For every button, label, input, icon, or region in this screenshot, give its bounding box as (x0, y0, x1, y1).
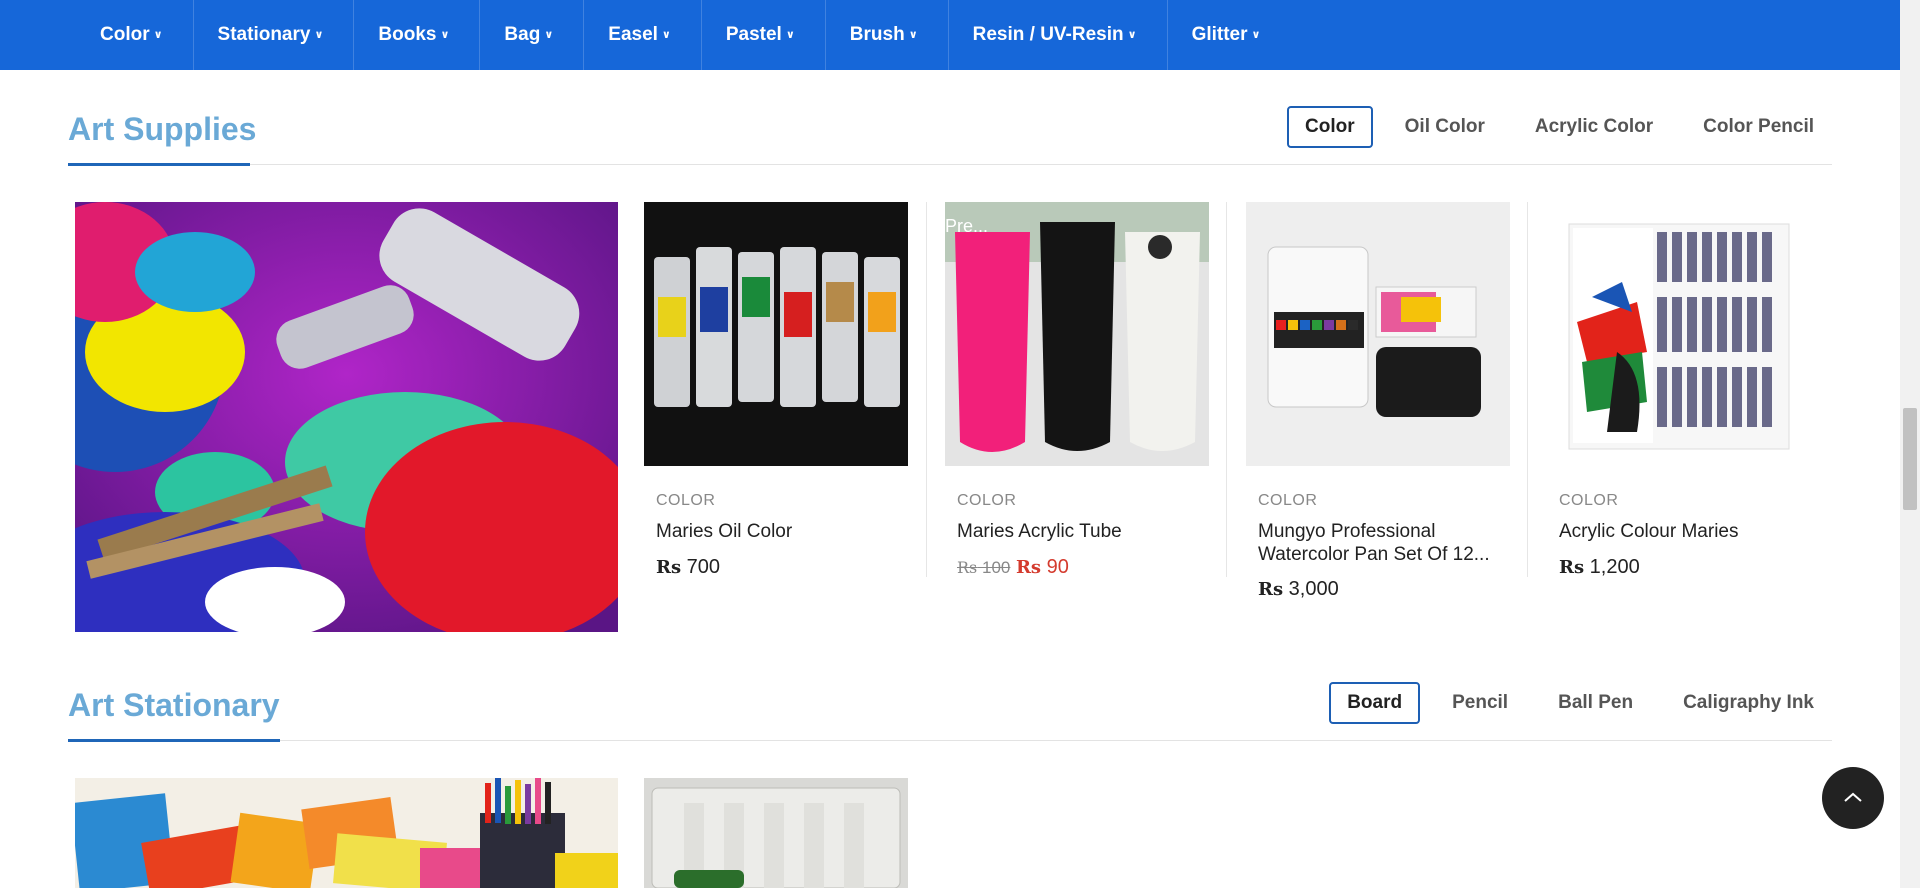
stationery-banner-image (75, 778, 618, 888)
paint-splash-image (75, 202, 618, 632)
nav-item-label: Stationary (217, 24, 311, 45)
nav-item-bag[interactable]: Bag ∨ (480, 0, 585, 70)
product-price: Rs 3,000 (1258, 578, 1339, 601)
nav-item-label: Color (100, 24, 150, 45)
chevron-down-icon: ∨ (908, 28, 918, 41)
currency-symbol: Rs (656, 557, 682, 578)
chevron-down-icon: ∨ (544, 28, 554, 41)
section-underline (68, 739, 280, 742)
top-navigation: Color ∨ Stationary ∨ Books ∨ Bag ∨ Easel ∨ Pa… (0, 0, 1900, 70)
product-name[interactable]: Maries Acrylic Tube (957, 520, 1207, 543)
product-card[interactable]: COLOR Maries Oil Color Rs 700 (644, 202, 944, 612)
art-supplies-header: Art Supplies Color Oil Color Acrylic Col… (68, 65, 1832, 166)
nav-item-label: Brush (849, 24, 905, 45)
product-card[interactable]: COLOR Mungyo Professional Watercolor Pan… (1246, 202, 1546, 612)
chevron-down-icon: ∨ (1127, 28, 1137, 41)
card-divider (1226, 202, 1227, 577)
chevron-down-icon: ∨ (153, 28, 163, 41)
scrollbar-thumb[interactable] (1903, 408, 1917, 510)
product-image[interactable] (1547, 202, 1811, 466)
old-price-value: 100 (982, 558, 1011, 577)
art-stationary-header: Art Stationary Board Pencil Ball Pen Cal… (68, 641, 1832, 742)
chevron-down-icon: ∨ (440, 28, 450, 41)
old-price: Rs 100 (957, 558, 1010, 577)
card-divider (1527, 202, 1528, 577)
filter-caligraphy-ink[interactable]: Caligraphy Ink (1665, 682, 1832, 724)
nav-item-label: Pastel (725, 24, 782, 45)
filter-color[interactable]: Color (1287, 106, 1373, 148)
nav-item-stationary[interactable]: Stationary ∨ (194, 0, 355, 70)
filter-ball-pen[interactable]: Ball Pen (1540, 682, 1651, 724)
currency-symbol: Rs (957, 558, 978, 577)
nav-item-label: Resin / UV-Resin (972, 24, 1124, 45)
vertical-scrollbar[interactable] (1900, 0, 1920, 888)
nav-item-label: Easel (608, 24, 658, 45)
nav-item-label: Books (378, 24, 437, 45)
price-value: 700 (686, 556, 721, 578)
art-stationary-filters: Board Pencil Ball Pen Caligraphy Ink (1329, 682, 1832, 724)
product-category: COLOR (656, 492, 716, 509)
art-supplies-filters: Color Oil Color Acrylic Color Color Penc… (1287, 106, 1832, 148)
oil-color-tubes-image (644, 202, 908, 466)
product-category: COLOR (1559, 492, 1619, 509)
acrylic-colour-box-image (1547, 202, 1811, 466)
nav-item-color[interactable]: Color ∨ (76, 0, 194, 70)
section-title-art-supplies: Art Supplies (68, 111, 257, 147)
chevron-down-icon: ∨ (1251, 28, 1261, 41)
product-card[interactable]: Pre... COLOR Maries Acrylic Tube Rs 100 … (945, 202, 1245, 612)
product-image[interactable] (1246, 202, 1510, 466)
currency-symbol: Rs (1015, 557, 1042, 578)
chevron-down-icon: ∨ (314, 28, 324, 41)
product-price: Rs 100 Rs 90 (957, 556, 1069, 579)
price-value: 3,000 (1288, 578, 1339, 600)
sale-price: Rs 90 (1016, 556, 1069, 578)
nav-item-label: Bag (504, 24, 541, 45)
watercolor-pan-set-image (1246, 202, 1510, 466)
product-image[interactable]: Pre... (945, 202, 1209, 466)
product-price: Rs 1,200 (1559, 556, 1640, 579)
filter-pencil[interactable]: Pencil (1434, 682, 1526, 724)
back-to-top-button[interactable] (1822, 767, 1884, 829)
preorder-badge: Pre... (945, 216, 989, 236)
product-category: COLOR (1258, 492, 1318, 509)
chevron-down-icon: ∨ (661, 28, 671, 41)
nav-item-glitter[interactable]: Glitter ∨ (1168, 0, 1291, 70)
currency-symbol: Rs (1258, 579, 1284, 600)
filter-oil-color[interactable]: Oil Color (1387, 106, 1503, 148)
filter-acrylic-color[interactable]: Acrylic Color (1517, 106, 1671, 148)
filter-board[interactable]: Board (1329, 682, 1421, 724)
product-card[interactable]: COLOR Acrylic Colour Maries Rs 1,200 (1547, 202, 1847, 612)
product-name[interactable]: Mungyo Professional Watercolor Pan Set O… (1258, 520, 1508, 566)
product-name[interactable]: Acrylic Colour Maries (1559, 520, 1809, 543)
nav-item-brush[interactable]: Brush ∨ (826, 0, 949, 70)
card-divider (926, 202, 927, 577)
art-stationary-banner[interactable] (75, 778, 618, 888)
product-name[interactable]: Maries Oil Color (656, 520, 906, 543)
currency-symbol: Rs (1559, 557, 1585, 578)
product-category: COLOR (957, 492, 1017, 509)
nav-item-books[interactable]: Books ∨ (354, 0, 481, 70)
chevron-up-icon (1844, 792, 1862, 802)
nav-item-pastel[interactable]: Pastel ∨ (702, 0, 826, 70)
nav-item-easel[interactable]: Easel ∨ (584, 0, 702, 70)
chevron-down-icon: ∨ (785, 28, 795, 41)
nav-item-resin[interactable]: Resin / UV-Resin ∨ (949, 0, 1168, 70)
section-underline (68, 163, 250, 166)
price-value: 90 (1046, 556, 1069, 578)
art-supplies-banner[interactable] (75, 202, 618, 632)
product-image[interactable] (644, 202, 908, 466)
nav-item-label: Glitter (1191, 24, 1248, 45)
product-price: Rs 700 (656, 556, 720, 579)
filter-color-pencil[interactable]: Color Pencil (1685, 106, 1832, 148)
product-image[interactable] (644, 778, 908, 888)
price-value: 1,200 (1589, 556, 1640, 578)
section-title-art-stationary: Art Stationary (68, 687, 280, 723)
board-case-image (644, 778, 908, 888)
acrylic-tubes-image (945, 202, 1209, 466)
